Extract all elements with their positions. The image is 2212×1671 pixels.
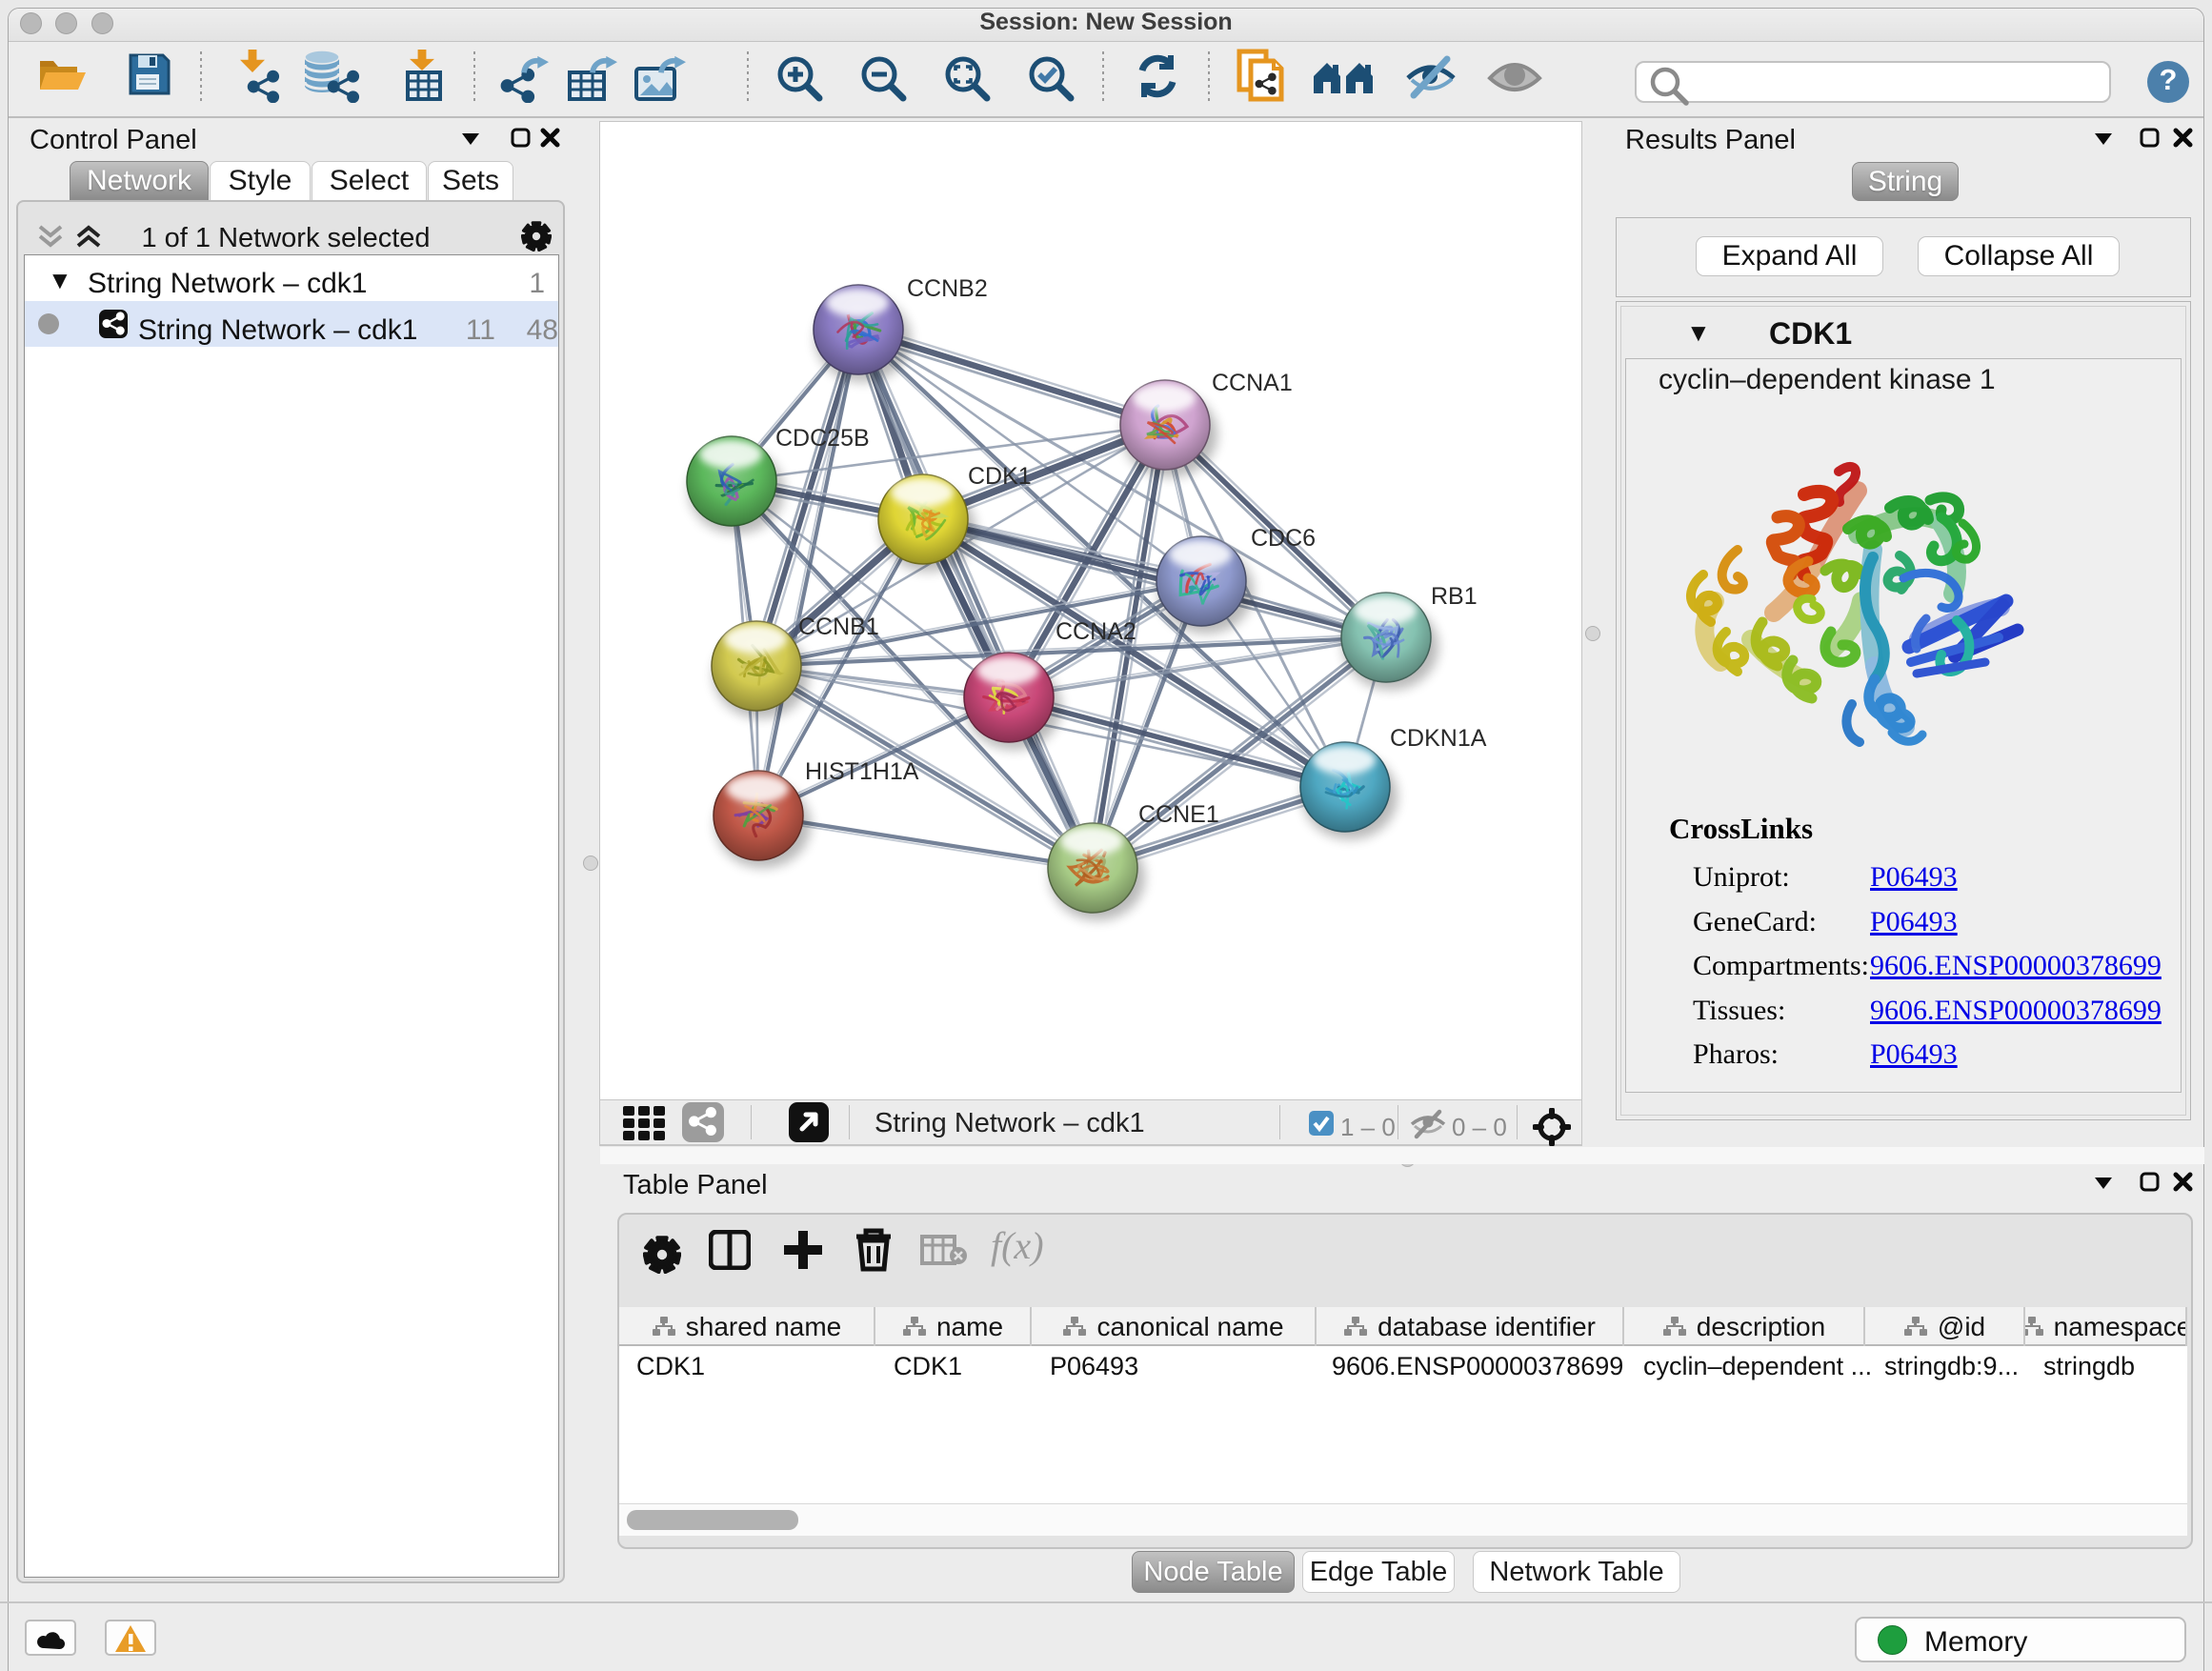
svg-text:CCNB1: CCNB1 bbox=[798, 614, 879, 640]
svg-text:CCNE1: CCNE1 bbox=[1138, 801, 1219, 828]
svg-text:CDC6: CDC6 bbox=[1251, 525, 1316, 552]
svg-text:CDKN1A: CDKN1A bbox=[1390, 725, 1487, 752]
svg-text:CCNA2: CCNA2 bbox=[1056, 618, 1136, 645]
svg-text:CDC25B: CDC25B bbox=[775, 425, 870, 452]
svg-text:CCNA1: CCNA1 bbox=[1212, 370, 1293, 396]
svg-text:CDK1: CDK1 bbox=[968, 463, 1032, 490]
svg-text:HIST1H1A: HIST1H1A bbox=[805, 758, 919, 785]
svg-text:RB1: RB1 bbox=[1431, 583, 1478, 610]
svg-text:CCNB2: CCNB2 bbox=[907, 275, 988, 302]
